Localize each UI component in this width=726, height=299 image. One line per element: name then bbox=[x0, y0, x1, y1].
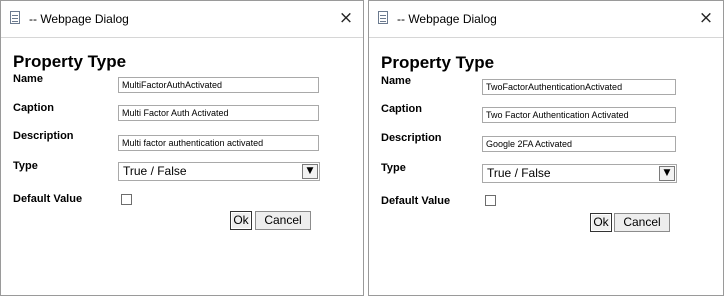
type-label: Type bbox=[381, 162, 406, 174]
default-value-checkbox[interactable] bbox=[485, 195, 496, 206]
type-label: Type bbox=[13, 160, 38, 172]
dialog-title: -- Webpage Dialog bbox=[29, 12, 129, 26]
default-value-label: Default Value bbox=[381, 195, 451, 207]
chevron-down-icon[interactable]: ▼ bbox=[659, 166, 675, 181]
description-field[interactable]: Multi factor authentication activated bbox=[118, 135, 319, 151]
name-label: Name bbox=[13, 73, 43, 85]
description-label: Description bbox=[381, 132, 442, 144]
cancel-button[interactable]: Cancel bbox=[255, 211, 311, 230]
dialog-titlebar: -- Webpage Dialog × bbox=[1, 1, 363, 38]
caption-label: Caption bbox=[381, 103, 422, 115]
caption-field[interactable]: Multi Factor Auth Activated bbox=[118, 105, 319, 121]
type-select[interactable]: True / False ▼ bbox=[482, 164, 677, 183]
cancel-button[interactable]: Cancel bbox=[614, 213, 670, 232]
type-select-value: True / False bbox=[123, 164, 187, 178]
dialog-titlebar: -- Webpage Dialog × bbox=[369, 1, 723, 38]
description-field[interactable]: Google 2FA Activated bbox=[482, 136, 676, 152]
dialog-title: -- Webpage Dialog bbox=[397, 12, 497, 26]
name-label: Name bbox=[381, 75, 411, 87]
type-select-value: True / False bbox=[487, 166, 551, 180]
caption-label: Caption bbox=[13, 102, 54, 114]
ok-button[interactable]: Ok bbox=[230, 211, 252, 230]
close-icon[interactable]: × bbox=[335, 7, 357, 29]
type-select[interactable]: True / False ▼ bbox=[118, 162, 320, 181]
webpage-dialog-right: -- Webpage Dialog × Property Type Name T… bbox=[368, 0, 724, 296]
page-icon bbox=[378, 11, 388, 24]
chevron-down-icon[interactable]: ▼ bbox=[302, 164, 318, 179]
default-value-label: Default Value bbox=[13, 193, 83, 205]
name-field[interactable]: TwoFactorAuthenticationActivated bbox=[482, 79, 676, 95]
close-icon[interactable]: × bbox=[695, 7, 717, 29]
ok-button[interactable]: Ok bbox=[590, 213, 612, 232]
description-label: Description bbox=[13, 130, 74, 142]
page-icon bbox=[10, 11, 20, 24]
page-heading: Property Type bbox=[381, 53, 495, 72]
caption-field[interactable]: Two Factor Authentication Activated bbox=[482, 107, 676, 123]
default-value-checkbox[interactable] bbox=[121, 194, 132, 205]
name-field[interactable]: MultiFactorAuthActivated bbox=[118, 77, 319, 93]
webpage-dialog-left: -- Webpage Dialog × Property Type Name M… bbox=[0, 0, 364, 296]
page-heading: Property Type bbox=[13, 52, 127, 71]
